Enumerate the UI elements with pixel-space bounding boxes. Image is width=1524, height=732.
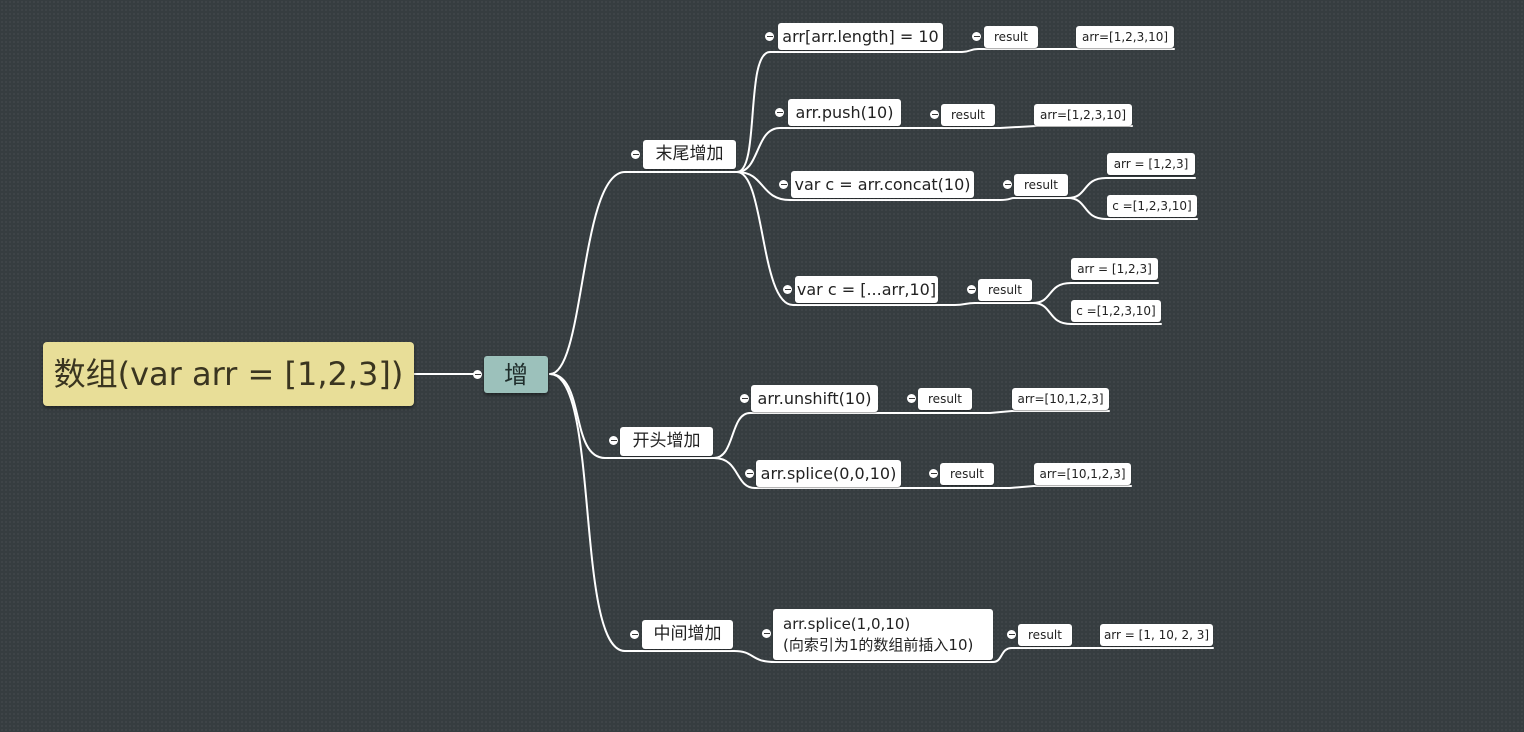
method-concat[interactable]: var c = arr.concat(10) xyxy=(791,171,974,198)
result-label[interactable]: result xyxy=(1014,174,1068,196)
topic-end-add[interactable]: 末尾增加 xyxy=(643,140,736,169)
result-label[interactable]: result xyxy=(940,463,994,485)
result-value: arr=[1,2,3,10] xyxy=(1034,104,1132,126)
method-splice-middle[interactable]: arr.splice(1,0,10) (向索引为1的数组前插入10) xyxy=(773,609,993,660)
result-label[interactable]: result xyxy=(941,104,995,126)
topic-middle-add[interactable]: 中间增加 xyxy=(642,620,733,649)
collapse-toggle-start-m1[interactable] xyxy=(740,394,749,403)
method-splice-middle-line2: (向索引为1的数组前插入10) xyxy=(783,635,974,654)
collapse-toggle-end-m3-result[interactable] xyxy=(1003,180,1012,189)
link-end-m4-result xyxy=(938,302,1034,306)
result-value: arr=[1,2,3,10] xyxy=(1076,26,1174,48)
link-start-m2-result xyxy=(900,485,1132,489)
method-unshift[interactable]: arr.unshift(10) xyxy=(751,385,878,412)
collapse-toggle-end-m4-result[interactable] xyxy=(967,285,976,294)
result-value-c: c =[1,2,3,10] xyxy=(1107,195,1197,217)
link-end-m2-result xyxy=(900,125,1133,129)
result-value-arr: arr = [1,2,3] xyxy=(1107,153,1195,175)
collapse-toggle-start-m1-result[interactable] xyxy=(907,394,916,403)
result-value: arr = [1, 10, 2, 3] xyxy=(1100,624,1213,646)
link-end-m1-result xyxy=(942,48,1039,53)
collapse-toggle-start-m2[interactable] xyxy=(745,469,754,478)
collapse-toggle-end-m1-result[interactable] xyxy=(972,32,981,41)
method-splice-middle-line1: arr.splice(1,0,10) xyxy=(783,614,911,633)
link-end-m3-result xyxy=(973,197,1069,201)
collapse-toggle-end-m1[interactable] xyxy=(765,32,774,41)
method-splice-start[interactable]: arr.splice(0,0,10) xyxy=(756,460,901,487)
collapse-toggle-main[interactable] xyxy=(473,370,482,379)
result-label[interactable]: result xyxy=(984,26,1038,48)
link-end-m2 xyxy=(736,127,902,173)
result-value: arr=[10,1,2,3] xyxy=(1012,388,1109,410)
result-label[interactable]: result xyxy=(1018,624,1072,646)
result-label[interactable]: result xyxy=(918,388,972,410)
collapse-toggle-end-m4[interactable] xyxy=(783,285,792,294)
method-arr-length-assign[interactable]: arr[arr.length] = 10 xyxy=(778,23,943,50)
method-spread[interactable]: var c = [...arr,10] xyxy=(795,276,938,303)
collapse-toggle-end[interactable] xyxy=(631,150,640,159)
link-start-m1 xyxy=(713,412,879,459)
collapse-toggle-end-m3[interactable] xyxy=(779,180,788,189)
method-push[interactable]: arr.push(10) xyxy=(788,99,901,126)
topic-start-add[interactable]: 开头增加 xyxy=(620,427,713,456)
result-value: arr=[10,1,2,3] xyxy=(1034,463,1131,485)
collapse-toggle-start[interactable] xyxy=(609,436,618,445)
main-topic-add[interactable]: 增 xyxy=(484,356,548,393)
collapse-toggle-end-m2-result[interactable] xyxy=(930,110,939,119)
link-start-m1-result xyxy=(877,410,1110,414)
link-middle-m1-result xyxy=(992,647,1214,663)
collapse-toggle-middle-m1-result[interactable] xyxy=(1007,630,1016,639)
result-label[interactable]: result xyxy=(978,279,1032,301)
collapse-toggle-end-m2[interactable] xyxy=(775,108,784,117)
collapse-toggle-middle[interactable] xyxy=(630,630,639,639)
collapse-toggle-middle-m1[interactable] xyxy=(762,629,771,638)
root-topic[interactable]: 数组(var arr = [1,2,3]) xyxy=(43,342,414,406)
collapse-toggle-start-m2-result[interactable] xyxy=(929,469,938,478)
result-value-arr: arr = [1,2,3] xyxy=(1071,258,1158,280)
link-main-end xyxy=(549,171,738,375)
result-value-c: c =[1,2,3,10] xyxy=(1071,300,1161,322)
